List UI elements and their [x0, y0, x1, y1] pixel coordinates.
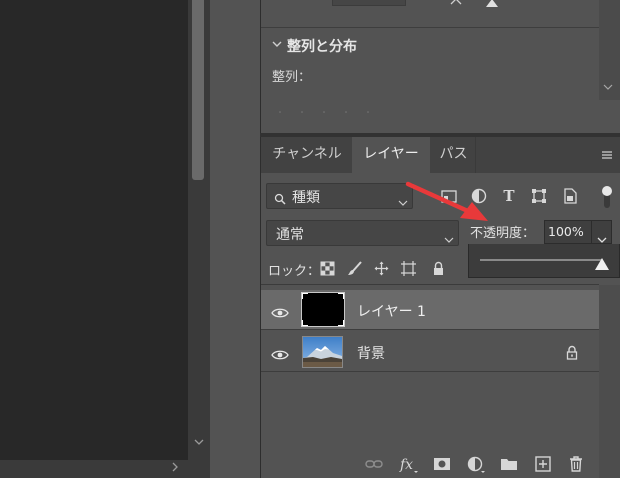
lock-artboard-icon[interactable] — [401, 261, 416, 276]
fx-icon[interactable]: fx — [399, 455, 418, 473]
filter-toggle-switch[interactable] — [601, 184, 613, 210]
properties-divider — [261, 27, 599, 28]
layer-thumbnail[interactable] — [302, 336, 343, 368]
eye-icon[interactable] — [271, 346, 289, 360]
group-folder-icon[interactable] — [500, 455, 518, 473]
new-layer-icon[interactable] — [534, 455, 552, 473]
search-icon — [274, 190, 286, 205]
type-layer-filter-icon[interactable]: T — [500, 187, 518, 205]
lock-all-icon[interactable] — [431, 261, 446, 276]
svg-text:fx: fx — [399, 457, 413, 473]
adjustment-layer-icon[interactable] — [467, 455, 485, 473]
align-label: 整列： — [272, 70, 312, 85]
panel-gutter — [210, 0, 260, 478]
mask-icon[interactable] — [433, 455, 451, 473]
scroll-down-icon[interactable] — [602, 82, 614, 95]
opacity-slider-thumb[interactable] — [594, 256, 610, 270]
lock-image-pixels-brush-icon[interactable] — [347, 261, 362, 276]
link-icon[interactable] — [365, 455, 383, 473]
opacity-value[interactable]: 100% — [548, 224, 584, 239]
tab-channels[interactable]: チャンネル — [264, 137, 350, 173]
properties-numeric-field[interactable] — [332, 0, 406, 6]
properties-panel — [260, 0, 620, 135]
document-canvas[interactable] — [0, 0, 188, 460]
chevron-down-icon — [444, 229, 454, 243]
tab-layers[interactable]: レイヤー — [352, 137, 430, 173]
panel-menu-icon[interactable] — [600, 147, 614, 161]
blend-mode-value: 通常 — [276, 227, 304, 243]
layer-filter-select[interactable] — [266, 183, 413, 209]
chevron-down-icon — [597, 229, 607, 243]
annotation-arrow — [400, 178, 492, 224]
chevron-down-icon[interactable] — [270, 36, 284, 50]
layer-list-divider — [261, 284, 599, 285]
eye-icon[interactable] — [271, 304, 289, 318]
move-icon[interactable] — [448, 0, 464, 6]
align-distribute-title[interactable]: 整列と分布 — [287, 36, 357, 56]
smart-object-filter-icon[interactable] — [561, 187, 579, 205]
layers-scrollbar[interactable] — [599, 285, 620, 478]
layer-filter-label: 種類 — [292, 190, 320, 206]
opacity-slider-track[interactable] — [480, 259, 602, 261]
shape-layer-filter-icon[interactable] — [530, 187, 548, 205]
scroll-right-icon[interactable] — [166, 460, 184, 478]
align-icons-placeholder — [276, 98, 376, 113]
canvas-vertical-scroll-thumb[interactable] — [192, 0, 204, 180]
scroll-down-icon[interactable] — [190, 436, 208, 454]
tab-paths[interactable]: パス — [432, 137, 476, 173]
lock-position-move-icon[interactable] — [374, 261, 389, 276]
layer-name[interactable]: レイヤー 1 — [357, 301, 426, 321]
lock-label: ロック： — [268, 264, 321, 279]
lock-transparent-pixels-icon[interactable] — [320, 261, 335, 276]
layer-thumbnail[interactable] — [301, 292, 345, 327]
layer-name[interactable]: 背景 — [357, 343, 385, 363]
trash-icon[interactable] — [567, 455, 585, 473]
flip-triangle-icon[interactable] — [484, 0, 500, 8]
lock-icon[interactable] — [565, 345, 579, 360]
opacity-label: 不透明度： — [470, 226, 536, 241]
